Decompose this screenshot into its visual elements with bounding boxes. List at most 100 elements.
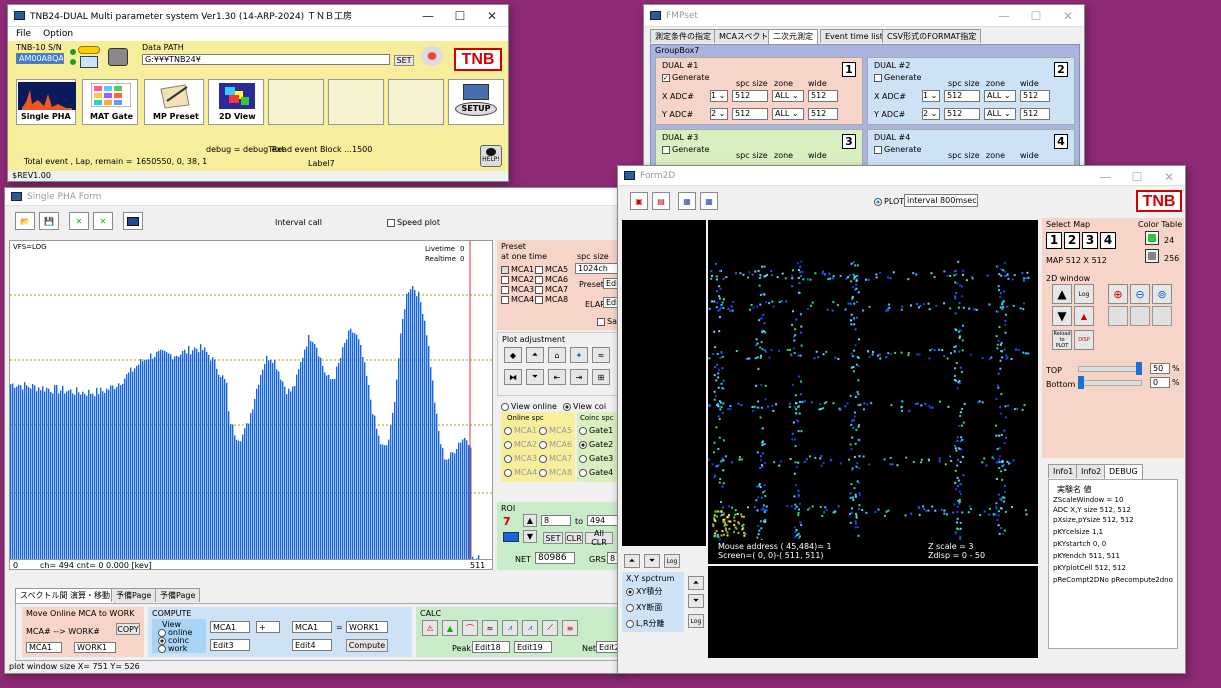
- online-mca5[interactable]: MCA5: [539, 426, 572, 435]
- wave-icon[interactable]: ≈: [592, 347, 610, 363]
- speed-plot-checkbox[interactable]: Speed plot: [387, 218, 440, 227]
- tab-reserve-2[interactable]: 予備Page: [155, 588, 201, 602]
- x-wide-field[interactable]: 512: [808, 90, 838, 102]
- mp-preset-tool[interactable]: MP Preset: [144, 79, 204, 125]
- calc-icon-1[interactable]: ⚠: [422, 620, 438, 636]
- mca5-checkbox[interactable]: MCA5: [535, 265, 568, 274]
- tab-event-time[interactable]: Event time list: [820, 29, 888, 43]
- tab-debug[interactable]: DEBUG: [1104, 464, 1143, 479]
- empty-tool-1[interactable]: [268, 79, 324, 125]
- reload-plot-button[interactable]: Reload to PLOT: [1052, 330, 1072, 350]
- x-zone-select[interactable]: ALL ⌄: [984, 90, 1016, 102]
- shift-right-icon[interactable]: ⇥: [570, 369, 588, 385]
- generate-checkbox[interactable]: Generate: [874, 145, 921, 154]
- mca3-checkbox[interactable]: MCA3: [501, 285, 534, 294]
- tab-2d-measure[interactable]: 二次元測定: [768, 29, 818, 44]
- gate1-radio[interactable]: Gate1: [579, 426, 613, 435]
- disp-button[interactable]: DISP: [1074, 330, 1094, 350]
- save-2d-icon[interactable]: ▤: [652, 192, 670, 210]
- print-2d-icon[interactable]: ▦: [700, 192, 718, 210]
- xy-integral-radio[interactable]: XY積分: [626, 586, 662, 597]
- zoom-x-icon[interactable]: ◆: [504, 347, 522, 363]
- map-3-button[interactable]: 3: [1082, 232, 1098, 249]
- mca2-checkbox[interactable]: MCA2: [501, 275, 534, 284]
- minimize-button[interactable]: —: [412, 5, 444, 26]
- maximize-button[interactable]: ☐: [1020, 5, 1052, 26]
- gate2-radio[interactable]: Gate2: [579, 440, 613, 449]
- generate-checkbox[interactable]: ✓ Generate: [662, 73, 709, 82]
- clear-one-icon[interactable]: ✕: [93, 212, 113, 230]
- roi-all-clr-button[interactable]: All CLR: [585, 529, 613, 547]
- device-icon[interactable]: [108, 48, 128, 66]
- roi-down-icon[interactable]: ▼: [523, 530, 537, 543]
- online-mca3[interactable]: MCA3: [504, 454, 537, 463]
- zoom-fit-icon[interactable]: ⊚: [1152, 284, 1172, 304]
- scale-down-icon[interactable]: ⏷: [526, 369, 544, 385]
- work-radio[interactable]: work: [158, 644, 187, 653]
- y-spc-size-field[interactable]: 512: [732, 108, 768, 120]
- shift-left-icon[interactable]: ⇤: [548, 369, 566, 385]
- zoom-in-icon[interactable]: ⊕: [1108, 284, 1128, 304]
- tab-measure[interactable]: 測定条件の指定: [650, 29, 716, 43]
- online-mca8[interactable]: MCA8: [539, 468, 572, 477]
- mca6-checkbox[interactable]: MCA6: [535, 275, 568, 284]
- generate-checkbox[interactable]: Generate: [874, 73, 921, 82]
- map-4-button[interactable]: 4: [1100, 232, 1116, 249]
- tab-csv-format[interactable]: CSV形式のFORMAT指定: [882, 29, 982, 43]
- x-scale-up-icon[interactable]: ⏶: [688, 576, 704, 590]
- x-scale-down-icon[interactable]: ⏷: [688, 594, 704, 608]
- help-button[interactable]: HELP!: [480, 145, 502, 167]
- color-256-swatch[interactable]: [1145, 249, 1159, 263]
- open-file-icon[interactable]: 📂: [15, 212, 35, 230]
- map-2-button[interactable]: 2: [1064, 232, 1080, 249]
- operand2-select[interactable]: MCA1: [292, 621, 332, 633]
- main-titlebar[interactable]: TNB24-DUAL Multi parameter system Ver1.3…: [8, 5, 508, 27]
- spectrum-plot[interactable]: VFS=LOG Livetime 0 Realtime 0 0 ch= 494 …: [9, 240, 493, 570]
- online-mca6[interactable]: MCA6: [539, 440, 572, 449]
- path-field[interactable]: G:¥¥¥TNB24¥: [142, 54, 390, 65]
- down-arrow-icon[interactable]: ▼: [1052, 306, 1072, 326]
- log-toggle-icon[interactable]: Log: [664, 554, 680, 568]
- gate3-radio[interactable]: Gate3: [579, 454, 613, 463]
- compute-button[interactable]: Compute: [346, 639, 388, 652]
- tab-reserve-1[interactable]: 予備Page: [111, 588, 157, 602]
- operand1-select[interactable]: MCA1: [210, 621, 250, 633]
- xy-section-radio[interactable]: XY断面: [626, 602, 662, 613]
- export-2d-icon[interactable]: ▦: [678, 192, 696, 210]
- tab-info2[interactable]: Info2: [1076, 464, 1107, 478]
- view-coinc-radio[interactable]: View coi: [563, 402, 606, 411]
- roi-to-field[interactable]: 494: [587, 515, 619, 526]
- close-button[interactable]: ✕: [476, 5, 508, 26]
- panel-icon[interactable]: [80, 56, 98, 68]
- y-spc-size-field[interactable]: 512: [944, 108, 980, 120]
- plot-toggle[interactable]: PLOT: [874, 197, 904, 206]
- edit21-field[interactable]: Edit21: [596, 641, 618, 653]
- peak-icon[interactable]: ⌒: [462, 620, 478, 636]
- roi-set-button[interactable]: SET: [543, 532, 563, 544]
- pha-titlebar[interactable]: Single PHA Form: [5, 188, 621, 206]
- y-wide-field[interactable]: 512: [808, 108, 838, 120]
- fmpset-titlebar[interactable]: FMPset — ☐ ✕: [644, 5, 1084, 27]
- lr-split-radio[interactable]: L,R分離: [626, 618, 665, 629]
- y-zone-select[interactable]: ALL ⌄: [984, 108, 1016, 120]
- minimize-button[interactable]: —: [1089, 166, 1121, 185]
- menu-file[interactable]: File: [16, 29, 31, 39]
- work-select[interactable]: WORK1: [74, 642, 116, 653]
- smooth-icon[interactable]: ≈: [482, 620, 498, 636]
- mca1-checkbox[interactable]: MCA1: [501, 265, 534, 274]
- y-wide-field[interactable]: 512: [1020, 108, 1050, 120]
- mca-select[interactable]: MCA1: [26, 642, 62, 653]
- edit18-field[interactable]: Edit18: [472, 641, 510, 653]
- spc-size-select[interactable]: 1024ch: [575, 263, 619, 274]
- sn-field[interactable]: AM00A8QA: [16, 53, 64, 64]
- form2d-titlebar[interactable]: Form2D — ☐ ✕: [618, 166, 1185, 186]
- mca4-checkbox[interactable]: MCA4: [501, 295, 534, 304]
- single-pha-tool[interactable]: Single PHA: [16, 79, 76, 125]
- x-wide-field[interactable]: 512: [1020, 90, 1050, 102]
- sparkle-icon[interactable]: ✦: [570, 347, 588, 363]
- calc-icon-8[interactable]: ≡: [562, 620, 578, 636]
- maximize-button[interactable]: ☐: [444, 5, 476, 26]
- save-checkbox[interactable]: Sa: [597, 317, 617, 326]
- x-spc-size-field[interactable]: 512: [944, 90, 980, 102]
- x-zone-select[interactable]: ALL ⌄: [772, 90, 804, 102]
